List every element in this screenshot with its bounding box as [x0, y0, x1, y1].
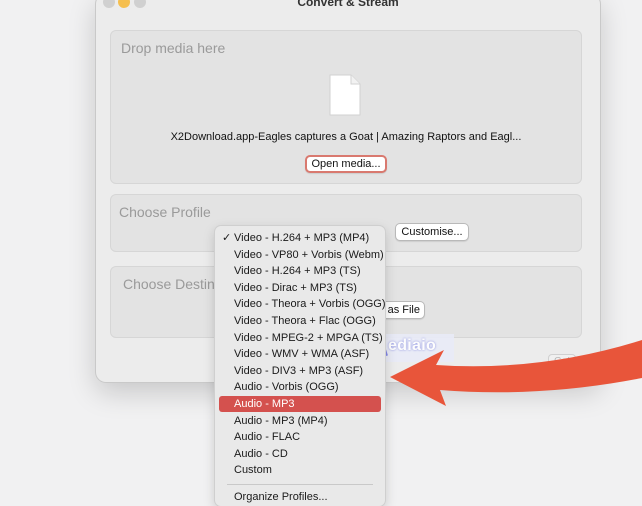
checkmark-icon: ✓: [222, 232, 232, 244]
profile-menu-item-label: Video - WMV + WMA (ASF): [234, 348, 370, 361]
profile-menu-item[interactable]: Audio - FLAC: [219, 429, 381, 445]
choose-profile-title: Choose Profile: [119, 204, 211, 220]
menu-separator: [227, 484, 373, 485]
profile-menu-item[interactable]: Video - H.264 + MP3 (TS): [219, 263, 381, 279]
organize-profiles-label: Organize Profiles...: [234, 491, 328, 503]
profile-menu-item[interactable]: ✓ Video - H.264 + MP3 (MP4): [219, 230, 381, 246]
annotation-arrow: [390, 340, 642, 406]
file-icon: [329, 74, 361, 116]
profile-menu-item[interactable]: Video - VP80 + Vorbis (Webm): [219, 247, 384, 263]
profile-menu-item-label: Audio - MP3 (MP4): [234, 414, 328, 427]
title-bar: Convert & Stream: [96, 0, 600, 16]
organize-profiles-item[interactable]: Organize Profiles...: [219, 489, 381, 505]
profile-menu-item[interactable]: Video - Theora + Flac (OGG): [219, 313, 381, 329]
drop-media-panel[interactable]: Drop media here X2Download.app-Eagles ca…: [110, 30, 582, 184]
media-filename: X2Download.app-Eagles captures a Goat | …: [170, 131, 522, 143]
profile-menu-item[interactable]: Audio - CD: [219, 446, 381, 462]
profile-menu-item-label: Video - Theora + Vorbis (OGG): [234, 298, 386, 311]
profile-menu-item[interactable]: Audio - MP3: [219, 396, 381, 412]
profile-menu-item-label: Custom: [234, 464, 272, 477]
profile-menu-item[interactable]: Video - WMV + WMA (ASF): [219, 346, 381, 362]
profile-menu-item-label: Video - MPEG-2 + MPGA (TS): [234, 331, 383, 344]
profile-menu-item-label: Audio - MP3: [234, 398, 295, 410]
profile-menu-item-label: Video - H.264 + MP3 (MP4): [234, 232, 370, 244]
profile-menu-item-label: Video - VP80 + Vorbis (Webm): [234, 248, 384, 261]
profile-menu-item[interactable]: Custom: [219, 462, 381, 478]
profile-dropdown-menu: ✓ Video - H.264 + MP3 (MP4) Video - VP80 +…: [215, 226, 386, 506]
profile-menu-item[interactable]: Video - Dirac + MP3 (TS): [219, 280, 381, 296]
profile-menu-item[interactable]: Video - DIV3 + MP3 (ASF): [219, 363, 381, 379]
profile-menu-item[interactable]: Video - Theora + Vorbis (OGG): [219, 296, 386, 312]
profile-menu-item[interactable]: Audio - Vorbis (OGG): [219, 379, 381, 395]
profile-menu-item-label: Audio - FLAC: [234, 431, 301, 444]
window-title: Convert & Stream: [297, 0, 399, 9]
choose-destination-title: Choose Destina: [123, 276, 223, 292]
profile-menu-item-label: Video - DIV3 + MP3 (ASF): [234, 364, 364, 377]
drop-media-title: Drop media here: [121, 40, 226, 56]
profile-menu-item-label: Video - H.264 + MP3 (TS): [234, 265, 361, 278]
customise-button[interactable]: Customise...: [395, 223, 469, 241]
open-media-button[interactable]: Open media...: [305, 155, 387, 173]
profile-menu-item-label: Audio - CD: [234, 447, 288, 460]
profile-menu-item-label: Video - Dirac + MP3 (TS): [234, 281, 357, 294]
profile-menu-item[interactable]: Video - MPEG-2 + MPGA (TS): [219, 330, 383, 346]
profile-menu-item[interactable]: Audio - MP3 (MP4): [219, 413, 381, 429]
profile-menu-item-label: Video - Theora + Flac (OGG): [234, 315, 376, 327]
profile-menu-item-label: Audio - Vorbis (OGG): [234, 381, 339, 394]
